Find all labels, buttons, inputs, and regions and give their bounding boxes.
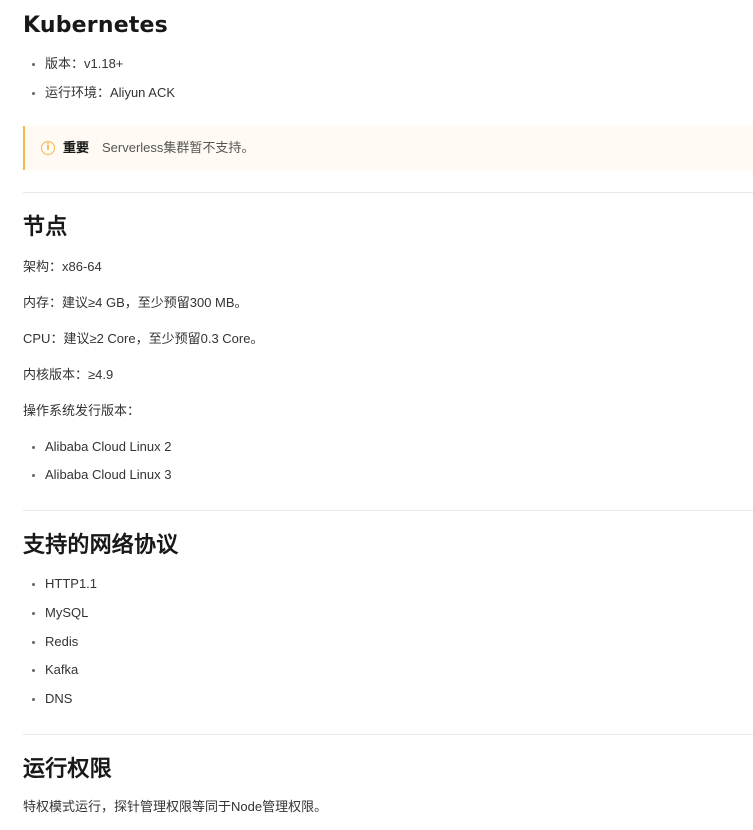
bullet-icon xyxy=(32,92,35,95)
list-item-text: 版本：v1.18+ xyxy=(45,56,124,71)
node-kernel: 内核版本：≥4.9 xyxy=(23,367,114,382)
list-item-text: Alibaba Cloud Linux 3 xyxy=(45,467,172,482)
list-item: MySQL xyxy=(23,604,97,633)
section-title-network: 支持的网络协议 xyxy=(23,533,179,558)
section-divider xyxy=(23,510,753,511)
permission-text: 特权模式运行，探针管理权限等同于Node管理权限。 xyxy=(23,799,328,814)
bullet-icon xyxy=(32,640,35,644)
kubernetes-list: 版本：v1.18+ 运行环境：Aliyun ACK xyxy=(23,55,175,113)
node-arch: 架构：x86-64 xyxy=(23,259,102,274)
list-item-text: MySQL xyxy=(45,604,89,620)
node-os-label: 操作系统发行版本： xyxy=(23,403,141,418)
section-divider xyxy=(23,734,753,735)
section-title-kubernetes: Kubernetes xyxy=(23,13,168,38)
list-item: Alibaba Cloud Linux 3 xyxy=(23,466,171,494)
list-item: Redis xyxy=(23,633,97,662)
list-item-text: Redis xyxy=(45,633,79,649)
bullet-icon xyxy=(32,63,35,66)
list-item-text: Alibaba Cloud Linux 2 xyxy=(45,439,172,454)
section-title-node: 节点 xyxy=(23,215,68,240)
important-note: i 重要 Serverless集群暂不支持。 xyxy=(23,126,753,170)
bullet-icon xyxy=(32,446,35,449)
bullet-icon xyxy=(32,669,35,673)
list-item-text: 运行环境：Aliyun ACK xyxy=(45,85,176,100)
os-list: Alibaba Cloud Linux 2 Alibaba Cloud Linu… xyxy=(23,438,171,494)
bullet-icon xyxy=(32,474,35,477)
list-item: HTTP1.1 xyxy=(23,575,97,604)
list-item-text: DNS xyxy=(45,691,73,707)
note-label: 重要 xyxy=(63,140,90,155)
node-memory: 内存：建议≥4 GB，至少预留300 MB。 xyxy=(23,295,248,310)
list-item: Kafka xyxy=(23,661,97,690)
section-divider xyxy=(23,192,753,193)
bullet-icon xyxy=(32,583,35,586)
network-protocol-list: HTTP1.1 MySQL Redis Kafka DNS xyxy=(23,575,97,719)
list-item: Alibaba Cloud Linux 2 xyxy=(23,438,171,466)
list-item-text: HTTP1.1 xyxy=(45,576,98,591)
info-circle-icon: i xyxy=(41,141,55,155)
node-cpu: CPU：建议≥2 Core，至少预留0.3 Core。 xyxy=(23,331,264,346)
bullet-icon xyxy=(32,698,35,702)
bullet-icon xyxy=(32,611,35,615)
section-title-permission: 运行权限 xyxy=(23,757,112,782)
list-item: 运行环境：Aliyun ACK xyxy=(23,84,175,113)
list-item-text: Kafka xyxy=(45,662,79,678)
list-item: DNS xyxy=(23,690,97,719)
note-text: Serverless集群暂不支持。 xyxy=(102,140,255,155)
list-item: 版本：v1.18+ xyxy=(23,55,175,84)
